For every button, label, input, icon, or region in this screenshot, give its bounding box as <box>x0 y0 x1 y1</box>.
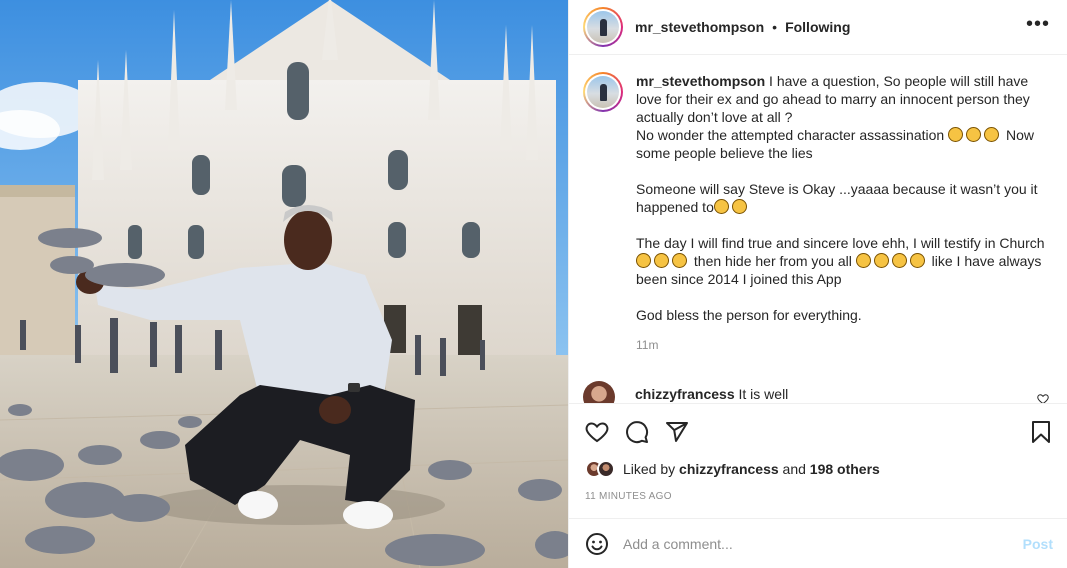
post-timestamp[interactable]: 11 MINUTES AGO <box>585 491 672 502</box>
more-options-icon[interactable]: ••• <box>1026 14 1050 34</box>
instagram-post: mr_stevethompson • Following ••• mr_stev… <box>0 0 1067 568</box>
likes-row: Liked by chizzyfrancess and 198 others <box>585 458 880 480</box>
caption-line-8: God bless the person for everything. <box>636 307 862 323</box>
emoji-smiley-icon[interactable] <box>585 532 609 556</box>
comment-bubble-icon[interactable] <box>625 420 649 444</box>
caption-time-ago: 11m <box>636 338 659 352</box>
sad-face-emoji-icon <box>731 199 747 214</box>
caption-username[interactable]: mr_stevethompson <box>636 73 765 89</box>
post-header: mr_stevethompson • Following ••• <box>569 0 1067 55</box>
grin-emoji-icon <box>636 253 651 268</box>
grin-emoji-icon <box>654 253 669 268</box>
tired-emoji-icon <box>891 253 907 268</box>
share-paper-plane-icon[interactable] <box>665 420 689 444</box>
caption-body: mr_stevethompson I have a question, So p… <box>636 72 1053 354</box>
caption-line-6: then hide her from you all <box>693 253 852 269</box>
tired-emoji-icon <box>909 253 925 268</box>
comments-section[interactable]: mr_stevethompson I have a question, So p… <box>569 56 1067 403</box>
save-bookmark-icon[interactable] <box>1030 420 1052 444</box>
post-comment-button[interactable]: Post <box>1023 536 1053 552</box>
comment-body: It is well <box>738 386 789 402</box>
sad-face-emoji-icon <box>713 199 729 214</box>
likes-others-link[interactable]: 198 others <box>810 461 880 477</box>
following-button[interactable]: Following <box>785 19 850 35</box>
comment-like-heart-icon[interactable] <box>1037 393 1049 403</box>
author-username[interactable]: mr_stevethompson <box>635 19 764 35</box>
liker-avatar[interactable] <box>597 460 615 478</box>
caption-line-2: No wonder the attempted character assass… <box>636 127 945 143</box>
caption-line-5: The day I will find true and sincere lov… <box>636 235 1045 251</box>
sad-face-emoji-icon <box>966 127 982 142</box>
add-comment-bar: Post <box>569 518 1067 568</box>
comment-item: chizzyfrancess It is well <box>583 381 1053 403</box>
caption: mr_stevethompson I have a question, So p… <box>583 72 1053 354</box>
like-heart-icon[interactable] <box>585 420 609 444</box>
likes-text: Liked by chizzyfrancess and 198 others <box>623 461 880 477</box>
post-photo[interactable] <box>0 0 568 568</box>
post-details-panel: mr_stevethompson • Following ••• mr_stev… <box>568 0 1067 568</box>
sad-face-emoji-icon <box>984 127 1000 142</box>
post-image <box>0 0 568 568</box>
commenter-avatar[interactable] <box>583 381 615 403</box>
grin-emoji-icon <box>672 253 687 268</box>
separator-dot: • <box>772 19 778 35</box>
frown-emoji-icon <box>855 253 871 268</box>
comment-text: chizzyfrancess It is well <box>635 381 788 403</box>
add-comment-input[interactable] <box>623 535 1003 552</box>
liker-username[interactable]: chizzyfrancess <box>679 461 779 477</box>
caption-line-4: Someone will say Steve is Okay ...yaaaa … <box>636 181 1038 215</box>
caption-author-avatar[interactable] <box>583 72 623 112</box>
action-bar <box>569 403 1067 458</box>
commenter-username[interactable]: chizzyfrancess <box>635 386 735 402</box>
frown-emoji-icon <box>873 253 889 268</box>
author-avatar[interactable] <box>583 7 623 47</box>
sad-face-emoji-icon <box>948 127 964 142</box>
likes-conjunction: and <box>782 461 806 477</box>
likes-prefix: Liked by <box>623 461 676 477</box>
